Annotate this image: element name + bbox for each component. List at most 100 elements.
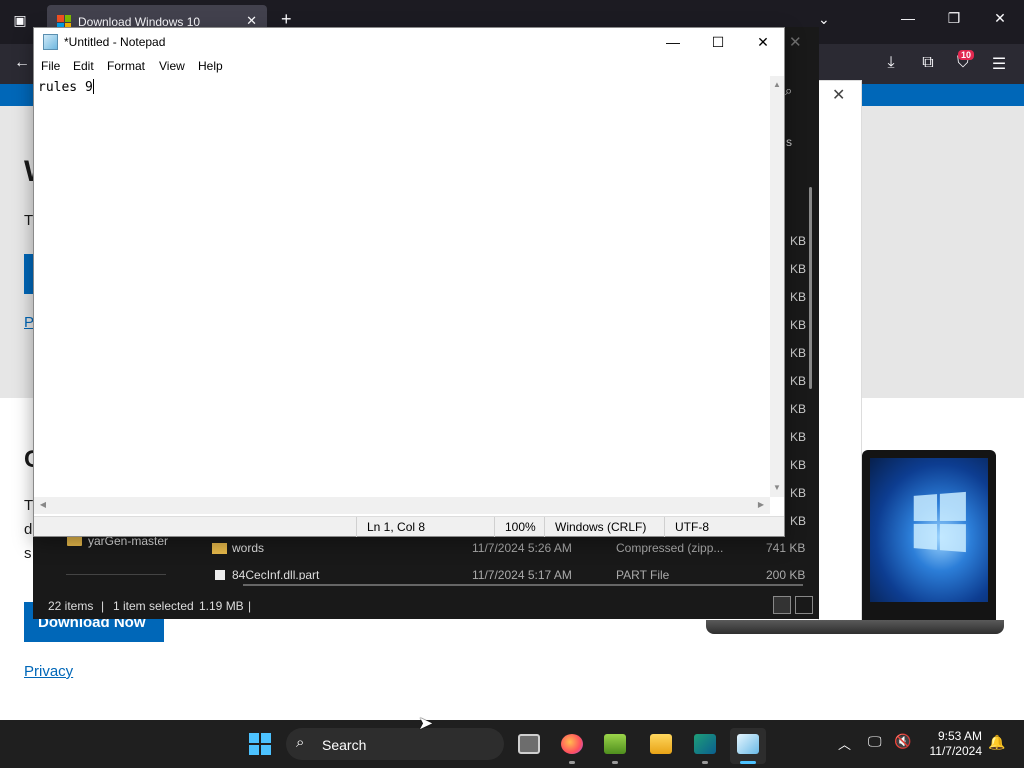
line-ending: Windows (CRLF) [544,517,646,537]
menu-file[interactable]: File [41,59,60,73]
back-arrow-icon[interactable]: ← [14,54,30,72]
hamburger-menu-icon[interactable]: ☰ [988,54,1010,74]
details-view-icon[interactable] [773,596,791,614]
extensions-icon[interactable]: ⧉ [917,54,939,72]
menu-format[interactable]: Format [107,59,145,73]
clock[interactable]: 9:53 AM 11/7/2024 [918,729,983,759]
browser-restore-icon[interactable]: ❐ [944,10,964,27]
file-size-cell: KB [790,290,807,304]
section-paragraph: T d s [24,497,34,562]
file-size-cell: KB [790,346,807,360]
file-size-cell: KB [790,514,807,528]
firefox-icon[interactable] [554,728,590,764]
site-overlay-dialog [818,80,862,632]
file-row[interactable]: 84CecInf.dll.part 11/7/2024 5:17 AM PART… [210,564,805,580]
scroll-down-arrow-icon[interactable]: ▼ [770,483,784,492]
window-title: *Untitled - Notepad [64,35,166,49]
notepad-content: rules 9 [38,80,93,95]
explorer-horizontal-scrollbar[interactable] [243,584,803,586]
browser-minimize-icon[interactable]: — [898,10,918,26]
notification-bell-icon[interactable]: 🔔 [988,734,1005,751]
notepad-menu-bar: File Edit Format View Help [34,56,784,76]
extension-badge: 10 [958,50,975,60]
selection-count: 1 item selected [113,599,194,613]
file-size: 741 KB [766,541,806,555]
clock-date: 11/7/2024 [929,744,983,758]
volume-muted-icon[interactable]: 🔇 [894,733,911,750]
file-size-cell: KB [790,318,807,332]
file-size-cell: KB [790,402,807,416]
scroll-up-arrow-icon[interactable]: ▲ [770,80,784,89]
file-size-cell: KB [790,234,807,248]
file-size: 200 KB [766,568,805,580]
hero-paragraph: T [24,212,34,229]
file-name: words [232,541,265,555]
tab-list-icon[interactable]: ▣ [10,12,30,32]
taskbar-search-box[interactable]: ⌕ Search [286,728,504,760]
notepad-taskbar-icon[interactable] [730,728,766,764]
network-icon[interactable]: 🖵 [868,733,882,750]
tab-overflow-chevron-icon[interactable]: ⌄ [818,11,830,28]
close-icon[interactable]: ✕ [740,28,786,56]
file-size-cell: KB [790,374,807,388]
file-size-cell: KB [790,430,807,444]
laptop-base [706,620,1004,634]
menu-edit[interactable]: Edit [73,59,94,73]
explorer-scrollbar[interactable] [809,187,812,389]
notepad-window: *Untitled - Notepad — ☐ ✕ File Edit Form… [33,27,785,537]
notepad-horizontal-scrollbar[interactable]: ◀ ▶ [34,497,770,514]
scroll-right-arrow-icon[interactable]: ▶ [754,500,768,509]
file-size-cell: KB [790,458,807,472]
file-size-cell: KB [790,486,807,500]
status-separator: | [101,599,105,613]
start-windows-icon[interactable] [249,733,271,755]
file-date: 11/7/2024 5:26 AM [472,541,572,555]
mouse-pointer-icon: ➤ [418,713,434,733]
menu-view[interactable]: View [159,59,185,73]
file-icon [215,570,225,580]
explorer-search-icon[interactable]: ⌕ [785,83,792,99]
notepad-icon [43,34,58,50]
downloads-icon[interactable]: ⤓ [880,54,902,72]
cursor-position: Ln 1, Col 8 [356,517,425,537]
scroll-left-arrow-icon[interactable]: ◀ [36,500,50,509]
clock-time: 9:53 AM [937,729,982,743]
windows-logo-icon [913,491,966,553]
maximize-icon[interactable]: ☐ [695,28,741,56]
text-caret [92,79,94,94]
text-editor-icon[interactable] [687,728,723,764]
zoom-level: 100% [494,517,536,537]
minimize-icon[interactable]: — [650,28,696,56]
sidebar-divider [66,574,166,575]
file-date: 11/7/2024 5:17 AM [472,568,572,580]
file-explorer-icon[interactable] [643,728,679,764]
file-type: Compressed (zipp... [616,541,724,555]
file-row[interactable]: words 11/7/2024 5:26 AM Compressed (zipp… [210,537,805,561]
tiles-view-icon[interactable] [795,596,813,614]
privacy-link[interactable]: Privacy [24,663,73,680]
selection-size: 1.19 MB [199,599,244,613]
tray-chevron-up-icon[interactable]: ︿ [838,734,851,753]
dialog-close-icon[interactable]: ✕ [832,85,845,105]
laptop-image [862,450,996,620]
explorer-close-icon[interactable]: ✕ [789,33,802,51]
notepad-title-bar[interactable]: *Untitled - Notepad — ☐ ✕ [34,28,784,56]
notepad-plus-plus-icon[interactable] [597,728,633,764]
encoding: UTF-8 [664,517,709,537]
item-count: 22 items [48,599,94,613]
explorer-column-header[interactable]: s [786,135,792,149]
notepad-text-area[interactable]: rules 9 [34,76,770,497]
status-separator: | [248,599,252,613]
file-size-cell: KB [790,262,807,276]
explorer-status-bar: 22 items | 1 item selected 1.19 MB | [33,593,819,619]
file-type: PART File [616,568,670,580]
notepad-vertical-scrollbar[interactable]: ▲ ▼ [770,76,784,497]
search-icon: ⌕ [296,734,305,751]
taskbar: ⌕ Search ︿ 🖵 🔇 9:53 AM 11/7/2024 🔔 [0,720,1024,768]
folder-icon [212,543,227,554]
browser-close-icon[interactable]: ✕ [990,10,1010,27]
menu-help[interactable]: Help [198,59,223,73]
task-view-icon[interactable] [511,728,547,764]
notepad-status-bar: Ln 1, Col 8 100% Windows (CRLF) UTF-8 [34,516,784,537]
laptop-screen [870,458,988,602]
